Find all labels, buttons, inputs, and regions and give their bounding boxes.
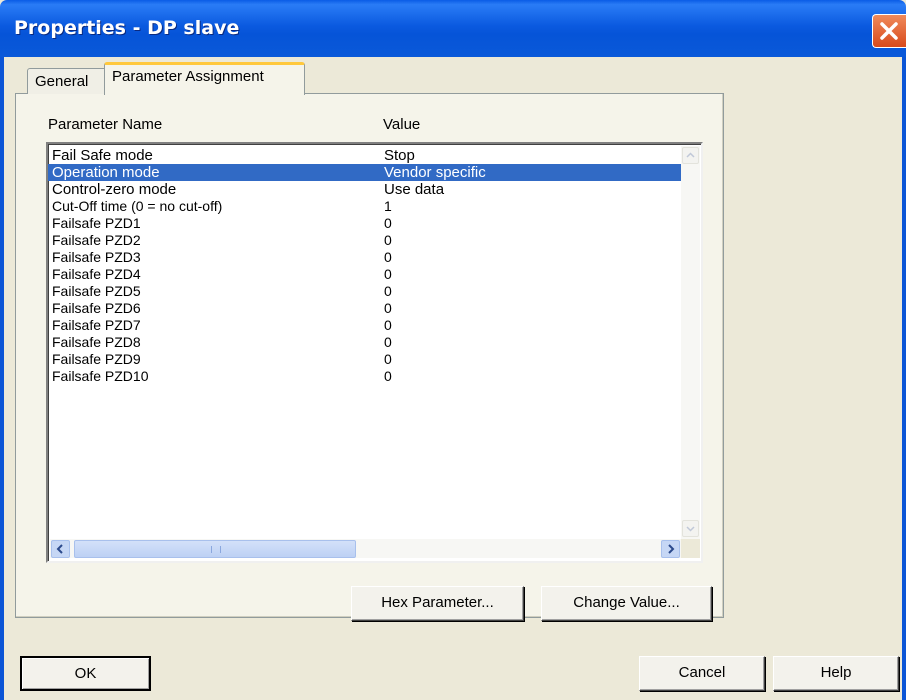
parameter-name: Failsafe PZD5 bbox=[52, 283, 141, 299]
list-item[interactable]: Failsafe PZD3 0 bbox=[48, 249, 681, 266]
parameter-value: Stop bbox=[384, 147, 415, 164]
window-frame-right bbox=[902, 57, 906, 700]
parameter-name: Failsafe PZD8 bbox=[52, 334, 141, 350]
parameter-name: Failsafe PZD7 bbox=[52, 317, 141, 333]
close-icon bbox=[880, 22, 898, 40]
list-item[interactable]: Operation mode Vendor specific bbox=[48, 164, 681, 181]
list-item[interactable]: Failsafe PZD10 0 bbox=[48, 368, 681, 385]
parameter-value: 1 bbox=[384, 198, 392, 214]
vertical-scrollbar[interactable] bbox=[681, 146, 700, 539]
scrollbar-corner bbox=[681, 539, 700, 558]
scroll-right-button[interactable] bbox=[661, 540, 680, 558]
parameter-value: 0 bbox=[384, 266, 392, 282]
parameter-value: Vendor specific bbox=[384, 164, 486, 181]
ok-button[interactable]: OK bbox=[20, 656, 151, 691]
parameter-name: Failsafe PZD3 bbox=[52, 249, 141, 265]
list-item[interactable]: Failsafe PZD9 0 bbox=[48, 351, 681, 368]
window-frame-left bbox=[0, 57, 4, 700]
parameter-name: Failsafe PZD4 bbox=[52, 266, 141, 282]
parameter-name: Control-zero mode bbox=[52, 181, 177, 198]
list-item[interactable]: Failsafe PZD7 0 bbox=[48, 317, 681, 334]
tab-parameter-assignment-label: Parameter Assignment bbox=[112, 68, 264, 85]
change-value-button[interactable]: Change Value... bbox=[541, 586, 712, 621]
chevron-down-icon bbox=[686, 526, 695, 532]
parameter-value: 0 bbox=[384, 300, 392, 316]
parameter-list[interactable]: Fail Safe mode Stop Operation mode Vendor s… bbox=[46, 142, 703, 563]
close-button[interactable] bbox=[872, 14, 906, 48]
list-item[interactable]: Failsafe PZD1 0 bbox=[48, 215, 681, 232]
scroll-thumb-grip bbox=[211, 546, 221, 553]
list-item[interactable]: Fail Safe mode Stop bbox=[48, 147, 681, 164]
column-header-parameter-name: Parameter Name bbox=[48, 116, 163, 133]
horizontal-scrollbar[interactable] bbox=[50, 539, 681, 558]
parameter-value: Use data bbox=[384, 181, 445, 198]
scroll-up-button[interactable] bbox=[682, 147, 699, 164]
scroll-down-button[interactable] bbox=[682, 520, 699, 537]
list-item[interactable]: Failsafe PZD6 0 bbox=[48, 300, 681, 317]
parameter-value: 0 bbox=[384, 283, 392, 299]
tab-parameter-assignment[interactable]: Parameter Assignment bbox=[104, 62, 305, 95]
cancel-button[interactable]: Cancel bbox=[639, 656, 765, 691]
parameter-value: 0 bbox=[384, 215, 392, 231]
parameter-value: 0 bbox=[384, 249, 392, 265]
parameter-value: 0 bbox=[384, 317, 392, 333]
parameter-name: Failsafe PZD6 bbox=[52, 300, 141, 316]
parameter-value: 0 bbox=[384, 368, 392, 384]
title-bar[interactable]: Properties - DP slave bbox=[0, 0, 906, 57]
chevron-left-icon bbox=[56, 544, 63, 554]
tab-general[interactable]: General bbox=[27, 68, 107, 94]
list-item[interactable]: Failsafe PZD8 0 bbox=[48, 334, 681, 351]
parameter-name: Failsafe PZD9 bbox=[52, 351, 141, 367]
hex-parameter-button[interactable]: Hex Parameter... bbox=[351, 586, 524, 621]
list-item[interactable]: Control-zero mode Use data bbox=[48, 181, 681, 198]
parameter-name: Failsafe PZD2 bbox=[52, 232, 141, 248]
scroll-left-button[interactable] bbox=[51, 540, 70, 558]
parameter-value: 0 bbox=[384, 334, 392, 350]
parameter-name: Fail Safe mode bbox=[52, 147, 153, 164]
parameter-name: Failsafe PZD10 bbox=[52, 368, 149, 384]
chevron-up-icon bbox=[686, 152, 695, 158]
list-item[interactable]: Failsafe PZD4 0 bbox=[48, 266, 681, 283]
parameter-name: Failsafe PZD1 bbox=[52, 215, 141, 231]
column-header-value: Value bbox=[383, 116, 421, 133]
help-button[interactable]: Help bbox=[773, 656, 899, 691]
list-item[interactable]: Failsafe PZD2 0 bbox=[48, 232, 681, 249]
chevron-right-icon bbox=[668, 544, 675, 554]
horizontal-scroll-thumb[interactable] bbox=[74, 540, 356, 558]
list-item[interactable]: Failsafe PZD5 0 bbox=[48, 283, 681, 300]
parameter-name: Cut-Off time (0 = no cut-off) bbox=[52, 198, 223, 214]
list-item[interactable]: Cut-Off time (0 = no cut-off) 1 bbox=[48, 198, 681, 215]
window-title: Properties - DP slave bbox=[14, 17, 240, 39]
tab-general-label: General bbox=[35, 73, 89, 90]
parameter-name: Operation mode bbox=[52, 164, 160, 181]
parameter-rows: Fail Safe mode Stop Operation mode Vendor s… bbox=[48, 147, 681, 385]
parameter-value: 0 bbox=[384, 232, 392, 248]
parameter-value: 0 bbox=[384, 351, 392, 367]
